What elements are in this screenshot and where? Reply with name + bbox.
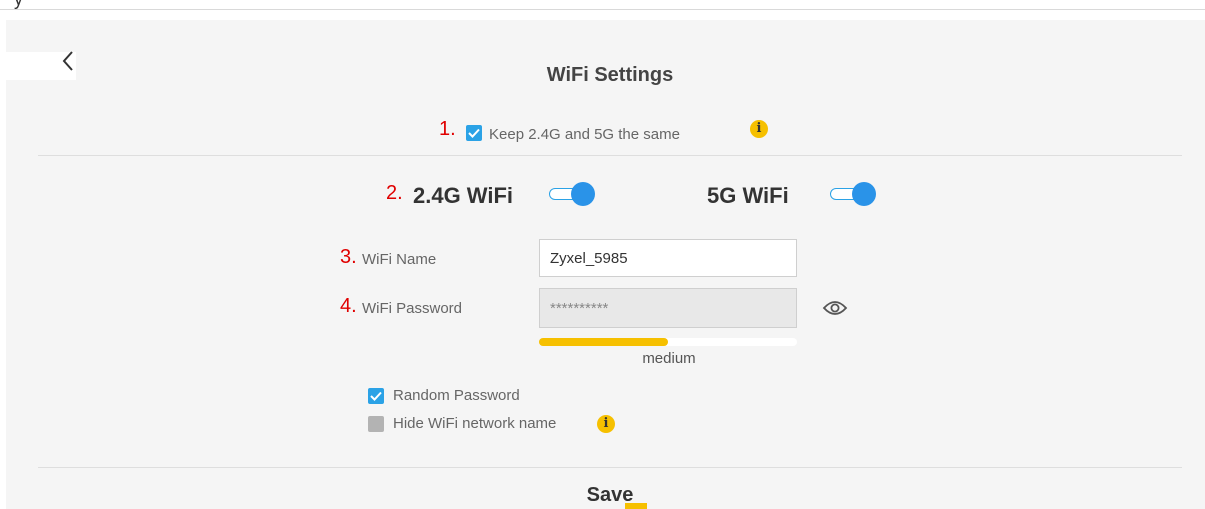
hide-network-checkbox[interactable] xyxy=(368,416,384,432)
section-divider xyxy=(38,467,1182,468)
step-number-4: 4. xyxy=(340,295,357,317)
back-button[interactable] xyxy=(58,46,80,76)
info-icon[interactable]: i xyxy=(597,415,615,433)
wifi-password-input[interactable] xyxy=(539,288,797,328)
chevron-left-icon xyxy=(62,51,73,71)
section-divider xyxy=(38,155,1182,156)
toggle-knob xyxy=(852,182,876,206)
band-24g-toggle[interactable] xyxy=(549,182,595,206)
checkmark-icon xyxy=(370,391,382,401)
step-number-2: 2. xyxy=(386,182,403,204)
wifi-name-label: WiFi Name xyxy=(362,251,437,268)
top-rule xyxy=(0,9,1205,10)
hide-network-label: Hide WiFi network name xyxy=(393,415,557,432)
checkmark-icon xyxy=(468,128,480,138)
info-icon[interactable]: i xyxy=(750,120,768,138)
band-5g-toggle[interactable] xyxy=(830,182,876,206)
toggle-knob xyxy=(571,182,595,206)
random-password-checkbox[interactable] xyxy=(368,388,384,404)
show-password-button[interactable] xyxy=(822,298,848,318)
wifi-password-label: WiFi Password xyxy=(362,300,463,317)
password-strength-fill xyxy=(539,338,668,346)
password-strength-bar xyxy=(539,338,797,346)
keep-same-label: Keep 2.4G and 5G the same xyxy=(489,126,680,143)
page-title: WiFi Settings xyxy=(546,64,674,86)
password-strength-text: medium xyxy=(642,350,696,367)
keep-same-checkbox[interactable] xyxy=(466,125,482,141)
save-underline xyxy=(625,503,647,509)
eye-icon xyxy=(822,301,848,315)
random-password-label: Random Password xyxy=(393,387,520,404)
band-5g-label: 5G WiFi xyxy=(707,183,789,208)
header-fragment: y xyxy=(14,0,23,10)
band-24g-label: 2.4G WiFi xyxy=(413,183,514,208)
step-number-3: 3. xyxy=(340,246,357,268)
step-number-1: 1. xyxy=(439,118,456,140)
wifi-name-input[interactable] xyxy=(539,239,797,277)
